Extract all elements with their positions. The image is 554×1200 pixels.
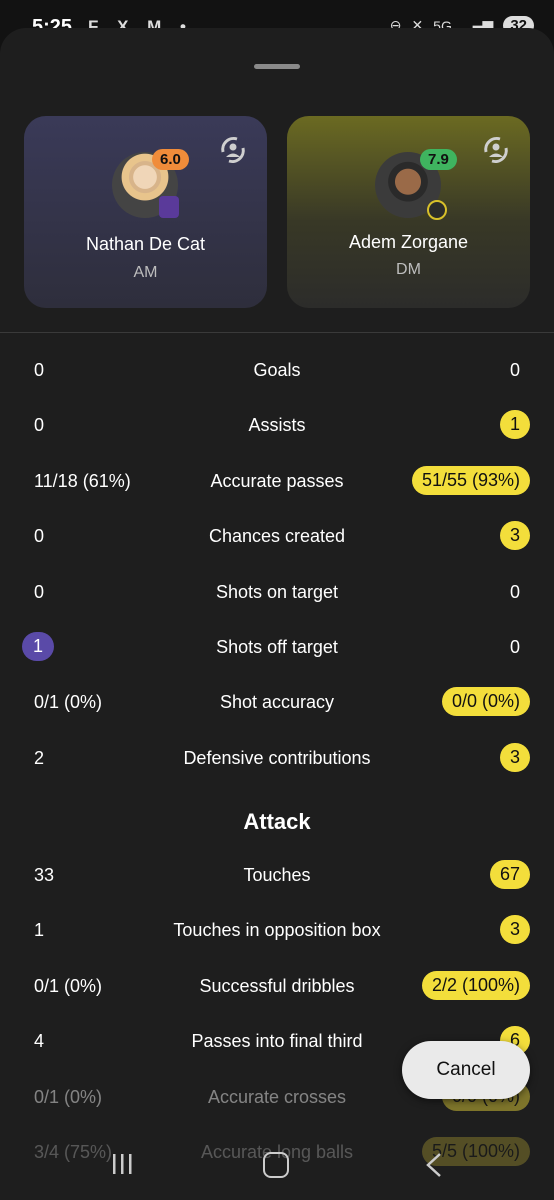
stat-row: 0 Chances created 3 — [0, 517, 554, 557]
player-rating-badge: 7.9 — [420, 149, 457, 170]
stat-row: 0 Goals 0 — [0, 351, 554, 391]
stat-row: 0/1 (0%) Successful dribbles 2/2 (100%) — [0, 967, 554, 1007]
back-icon[interactable] — [424, 1152, 444, 1178]
player-position: AM — [133, 264, 158, 281]
recent-apps-icon[interactable] — [110, 1152, 134, 1176]
home-icon[interactable] — [263, 1152, 289, 1178]
player-name: Nathan De Cat — [85, 234, 206, 254]
stat-label: Goals — [253, 360, 301, 380]
player-position: DM — [396, 261, 421, 278]
swap-player-icon[interactable] — [480, 134, 512, 166]
stat-label: Touches — [243, 865, 311, 885]
system-nav-bar — [0, 1140, 554, 1190]
swap-player-icon[interactable] — [217, 134, 249, 166]
stat-right-value: 0 — [509, 581, 520, 602]
stat-right-value: 67 — [489, 860, 530, 889]
stat-row: 33 Touches 67 — [0, 856, 554, 896]
stat-row: 1 Touches in opposition box 3 — [0, 911, 554, 951]
stat-label: Touches in opposition box — [173, 920, 381, 941]
stat-right-value: 2/2 (100%) — [421, 970, 530, 1000]
player-card-right[interactable]: 7.9 Adem Zorgane DM — [287, 116, 530, 308]
player-name: Adem Zorgane — [348, 232, 469, 252]
player-rating-badge: 6.0 — [152, 149, 189, 170]
stat-right-value: 0/0 (0%) — [441, 687, 530, 717]
comparison-sheet: 6.0 Nathan De Cat AM 7.9 Adem Zorgane DM… — [0, 28, 554, 1200]
stat-row: 1 Shots off target 0 — [0, 628, 554, 668]
divider — [0, 332, 554, 333]
stat-label: Shots on target — [215, 581, 339, 602]
stat-row: 0 Assists 1 — [0, 406, 554, 446]
stat-row: 0/1 (0%) Shot accuracy 0/0 (0%) — [0, 683, 554, 723]
stat-label: Defensive contributions — [183, 747, 371, 768]
club-logo-icon — [427, 200, 447, 220]
stat-row: 0 Shots on target 0 — [0, 573, 554, 613]
stat-right-value: 0 — [509, 360, 520, 380]
stat-right-value: 0 — [509, 637, 520, 657]
section-title-attack: Attack — [243, 809, 311, 834]
stat-right-value: 3 — [499, 742, 530, 772]
stat-row: 2 Defensive contributions 3 — [0, 739, 554, 779]
drag-handle[interactable] — [254, 64, 300, 69]
cancel-button[interactable]: Cancel — [402, 1041, 530, 1099]
stat-right-value: 51/55 (93%) — [411, 465, 530, 495]
club-logo-icon — [159, 196, 179, 218]
stat-row: 11/18 (61%) Accurate passes 51/55 (93%) — [0, 462, 554, 502]
stat-label: Shots off target — [216, 637, 338, 657]
player-card-left[interactable]: 6.0 Nathan De Cat AM — [24, 116, 267, 308]
stat-label: Assists — [248, 415, 306, 436]
stat-label: Chances created — [208, 526, 346, 547]
stat-right-value: 3 — [499, 521, 530, 551]
